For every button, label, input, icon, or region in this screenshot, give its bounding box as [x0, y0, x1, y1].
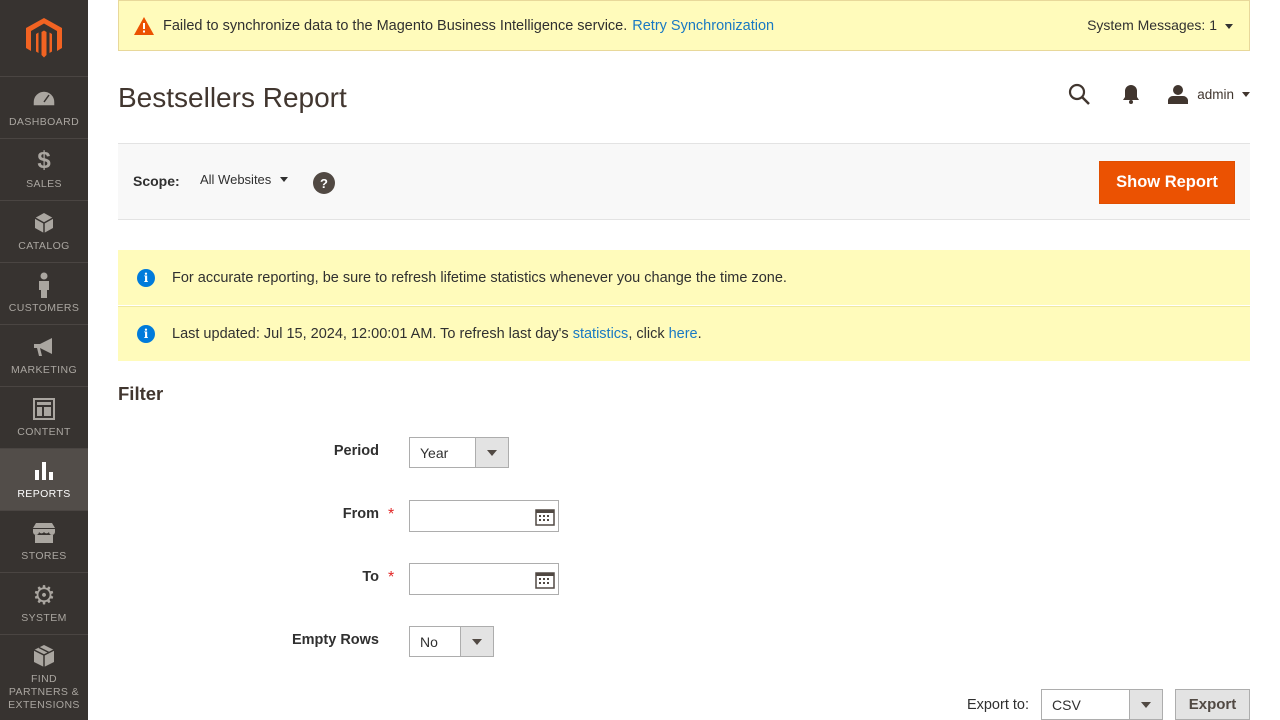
export-format-value: CSV — [1052, 696, 1081, 713]
refresh-statistics-link[interactable]: statistics — [573, 326, 629, 342]
export-format-select[interactable]: CSV — [1041, 689, 1163, 720]
warning-icon — [134, 16, 154, 35]
calendar-icon[interactable] — [535, 508, 555, 526]
dollar-icon: $ — [37, 147, 51, 174]
admin-user-menu[interactable]: admin — [1157, 84, 1250, 104]
export-label: Export to: — [966, 696, 1029, 713]
blocks-icon — [31, 643, 57, 669]
cube-icon — [31, 210, 57, 236]
timezone-notice-text: For accurate reporting, be sure to refre… — [172, 269, 787, 286]
search-icon — [1069, 83, 1091, 105]
dashboard-icon — [31, 86, 57, 112]
sidebar-item-dashboard[interactable]: Dashboard — [0, 76, 88, 138]
system-messages-count: System Messages: 1 — [1087, 17, 1217, 33]
chevron-down-icon — [280, 177, 289, 182]
retry-synchronization-link[interactable]: Retry Synchronization — [632, 18, 774, 34]
calendar-icon[interactable] — [535, 571, 555, 589]
filter-row-from: From * — [118, 498, 818, 532]
megaphone-icon — [31, 334, 57, 360]
scope-value: All Websites — [200, 172, 272, 187]
sidebar-item-label: Catalog — [18, 240, 70, 252]
sidebar-item-reports[interactable]: Reports — [0, 448, 88, 510]
chevron-down-icon — [1242, 91, 1250, 97]
to-label: To — [362, 569, 379, 585]
sidebar-item-sales[interactable]: $ Sales — [0, 138, 88, 200]
global-search-button[interactable] — [1053, 78, 1105, 110]
chevron-down-icon — [475, 438, 508, 467]
last-updated-mid: , click — [628, 326, 669, 342]
info-icon: i — [137, 325, 155, 343]
main-content: Failed to synchronize data to the Magent… — [88, 0, 1280, 720]
last-updated-text: Last updated: Jul 15, 2024, 12:00:01 AM.… — [172, 326, 573, 342]
filter-row-to: To * — [118, 561, 818, 595]
sidebar-item-catalog[interactable]: Catalog — [0, 200, 88, 262]
period-value: Year — [420, 444, 449, 461]
timezone-notice: i For accurate reporting, be sure to ref… — [118, 250, 1250, 305]
chevron-down-icon — [1225, 23, 1233, 29]
sidebar-item-label: Reports — [17, 488, 71, 500]
sidebar-item-find-partners[interactable]: Find Partners & Extensions — [0, 634, 88, 720]
period-label: Period — [333, 443, 379, 459]
chevron-down-icon — [1129, 690, 1162, 719]
refresh-here-link[interactable]: here — [669, 326, 698, 342]
sidebar-item-label: Sales — [26, 178, 62, 190]
notifications-button[interactable] — [1105, 78, 1157, 110]
magento-logo[interactable] — [0, 0, 88, 76]
filter-section-title: Filter — [118, 383, 164, 404]
from-label: From — [342, 506, 379, 522]
scope-help-icon[interactable]: ? — [313, 172, 335, 194]
export-button[interactable]: Export — [1175, 689, 1250, 720]
sidebar-item-system[interactable]: ⚙ System — [0, 572, 88, 634]
sidebar-item-content[interactable]: Content — [0, 386, 88, 448]
bar-chart-icon — [31, 458, 57, 484]
sidebar-item-label: Marketing — [10, 364, 78, 376]
sidebar-item-customers[interactable]: Customers — [0, 262, 88, 324]
info-icon: i — [137, 268, 155, 287]
system-message-bar: Failed to synchronize data to the Magent… — [118, 0, 1250, 51]
gear-icon: ⚙ — [32, 579, 56, 610]
sidebar-item-label: System — [21, 612, 67, 624]
scope-toolbar: Scope: All Websites ? Show Report — [118, 143, 1250, 220]
empty-rows-select[interactable]: No — [409, 626, 494, 657]
admin-sidebar: Dashboard $ Sales Catalog Customers Mark… — [0, 0, 88, 720]
sidebar-item-stores[interactable]: Stores — [0, 510, 88, 572]
last-updated-suffix: . — [697, 326, 702, 342]
scope-label: Scope: — [133, 173, 180, 189]
sidebar-item-label: Content — [17, 426, 71, 438]
filter-row-empty-rows: Empty Rows No — [118, 624, 818, 658]
export-toolbar: Export to: CSV Export — [967, 689, 1250, 720]
scope-switcher[interactable]: All Websites — [200, 172, 289, 187]
sidebar-item-label: Stores — [21, 550, 67, 562]
sidebar-item-label: Dashboard — [8, 116, 80, 128]
filter-row-period: Period Year — [118, 435, 818, 469]
required-mark: * — [388, 506, 395, 523]
system-messages-toggle[interactable]: System Messages: 1 — [1087, 17, 1233, 33]
sidebar-item-marketing[interactable]: Marketing — [0, 324, 88, 386]
user-icon — [1168, 85, 1189, 104]
magento-logo-icon — [26, 18, 62, 58]
required-mark: * — [388, 569, 395, 586]
bell-icon — [1123, 85, 1140, 104]
sidebar-item-label: Find Partners & Extensions — [8, 673, 80, 711]
header-actions: admin — [1053, 78, 1250, 110]
layout-icon — [31, 396, 57, 422]
period-select[interactable]: Year — [409, 437, 509, 468]
system-message-text: Failed to synchronize data to the Magent… — [163, 17, 628, 34]
person-icon — [31, 272, 57, 298]
store-icon — [31, 520, 57, 546]
empty-rows-label: Empty Rows — [291, 632, 379, 648]
admin-username: admin — [1197, 86, 1234, 102]
empty-rows-value: No — [420, 633, 438, 650]
chevron-down-icon — [460, 627, 493, 656]
page-title: Bestsellers Report — [118, 82, 347, 113]
last-updated-notice: i Last updated: Jul 15, 2024, 12:00:01 A… — [118, 306, 1250, 361]
show-report-button[interactable]: Show Report — [1099, 161, 1235, 204]
sidebar-item-label: Customers — [8, 302, 80, 314]
